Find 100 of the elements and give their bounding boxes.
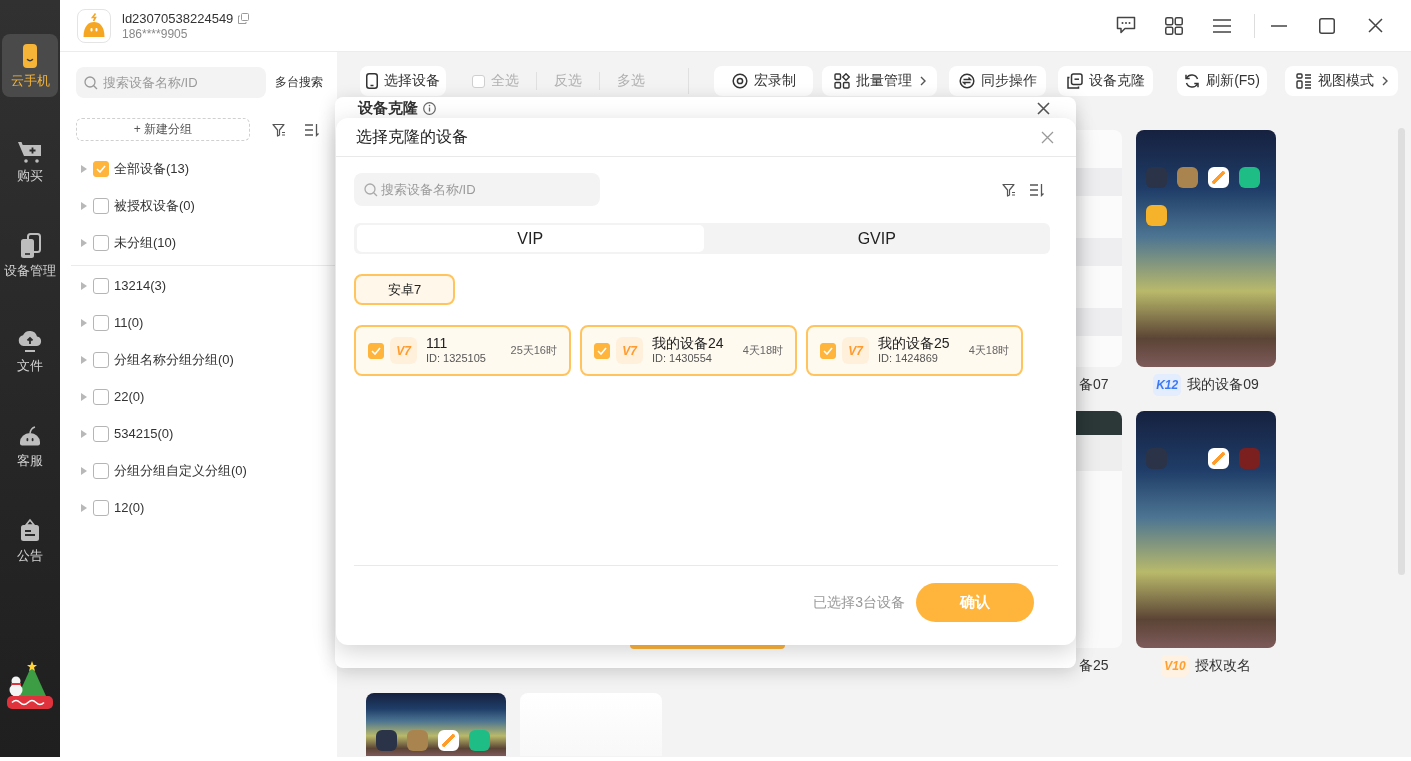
checkbox[interactable] — [93, 388, 109, 405]
nav-item[interactable]: 客服 — [2, 414, 58, 477]
version-tag: V7 — [390, 337, 417, 364]
info-icon[interactable] — [423, 101, 436, 115]
chevron-right-icon — [1381, 76, 1388, 86]
new-group-button[interactable]: + 新建分组 — [76, 118, 250, 141]
maximize-icon[interactable] — [1319, 17, 1335, 34]
caret-icon[interactable] — [81, 392, 87, 401]
nav-item[interactable]: 设备管理 — [2, 224, 58, 287]
device-name: 我的设备24 — [652, 334, 724, 353]
menu-icon[interactable] — [1213, 18, 1231, 33]
view-mode-button[interactable]: 视图模式 — [1285, 66, 1398, 96]
group-item[interactable]: 全部设备(13) — [76, 150, 337, 187]
checkbox[interactable] — [93, 425, 109, 442]
device-name: 授权改名 — [1194, 657, 1251, 675]
clone-button[interactable]: 设备克隆 — [1058, 66, 1153, 96]
group-item[interactable]: 分组分组自定义分组(0) — [76, 452, 337, 489]
caret-icon[interactable] — [81, 318, 87, 327]
app-icon — [1239, 167, 1260, 188]
select-device-button[interactable]: 选择设备 — [360, 66, 446, 96]
record-button[interactable]: 宏录制 — [714, 66, 813, 96]
batch-button[interactable]: 批量管理 — [822, 66, 937, 96]
group-item[interactable]: 22(0) — [76, 378, 337, 415]
checkbox[interactable] — [93, 197, 109, 214]
tab[interactable]: VIP — [357, 225, 704, 252]
group-item[interactable]: 被授权设备(0) — [76, 187, 337, 224]
app-icon — [1239, 448, 1260, 469]
sync-button[interactable]: 同步操作 — [949, 66, 1046, 96]
christmas-tree-icon — [5, 660, 55, 712]
caret-icon[interactable] — [81, 238, 87, 247]
device-name: 我的设备25 — [878, 334, 950, 353]
phone-screen[interactable] — [1136, 411, 1276, 648]
refresh-button[interactable]: 刷新(F5) — [1177, 66, 1267, 96]
group-item[interactable]: 未分组(10) — [76, 224, 337, 261]
sort-icon[interactable] — [305, 122, 319, 137]
nav-item[interactable]: 公告 — [2, 509, 58, 572]
filter-chip[interactable]: 安卓7 — [354, 274, 455, 305]
device-card[interactable]: V7 我的设备25 ID: 1424869 4天18时 — [806, 325, 1023, 376]
device-name: 我的设备09 — [1187, 376, 1259, 394]
close-icon[interactable] — [1367, 18, 1383, 33]
blocks-icon — [833, 73, 850, 89]
caret-icon[interactable] — [81, 355, 87, 364]
nav-item[interactable]: 云手机 — [2, 34, 58, 97]
remaining-time: 4天18时 — [742, 343, 783, 358]
tick-icon — [823, 346, 833, 355]
caret-icon[interactable] — [81, 503, 87, 512]
sync-icon — [958, 73, 975, 89]
caret-icon[interactable] — [81, 164, 87, 173]
phone-screen[interactable] — [1136, 130, 1276, 367]
sort-icon[interactable] — [1030, 182, 1044, 197]
checkbox[interactable] — [93, 499, 109, 516]
group-item[interactable]: 分组名称分组分组(0) — [76, 341, 337, 378]
checkbox[interactable] — [93, 160, 109, 177]
close-icon[interactable] — [1037, 101, 1050, 115]
app-icon — [469, 730, 490, 751]
search-field[interactable]: 搜索设备名称/ID — [354, 173, 600, 206]
logo-icon — [77, 8, 111, 43]
checkbox[interactable] — [93, 234, 109, 251]
nav-item[interactable]: 文件 — [2, 319, 58, 382]
caret-icon[interactable] — [81, 466, 87, 475]
group-item[interactable]: 11(0) — [76, 304, 337, 341]
app-icon — [1208, 448, 1229, 469]
grid-icon[interactable] — [1165, 16, 1183, 35]
app-icon — [1146, 448, 1167, 469]
caret-icon[interactable] — [81, 429, 87, 438]
checkbox[interactable] — [820, 342, 836, 359]
phone-number: 186****9905 — [122, 26, 189, 41]
device-card[interactable]: V7 111 ID: 1325105 25天16时 — [354, 325, 571, 376]
checkbox[interactable] — [93, 351, 109, 368]
phone-screen[interactable] — [366, 693, 506, 756]
group-item[interactable]: 12(0) — [76, 489, 337, 526]
checkbox[interactable] — [368, 342, 384, 359]
device-card[interactable]: V7 我的设备24 ID: 1430554 4天18时 — [580, 325, 797, 376]
device-id: ID: 1424869 — [878, 352, 939, 367]
remaining-time: 25天16时 — [510, 343, 557, 358]
group-item[interactable]: 13214(3) — [76, 267, 337, 304]
nav-item[interactable]: 购买 — [2, 129, 58, 192]
refresh-icon — [1184, 73, 1201, 89]
minimize-icon[interactable] — [1271, 24, 1287, 27]
checkbox[interactable] — [594, 342, 610, 359]
group-item[interactable]: 534215(0) — [76, 415, 337, 452]
phone-screen[interactable] — [1076, 411, 1122, 648]
caret-icon[interactable] — [81, 281, 87, 290]
tick-icon — [371, 346, 381, 355]
search-field[interactable]: 搜索设备名称/ID — [76, 67, 266, 98]
checkbox[interactable] — [93, 314, 109, 331]
checkbox[interactable] — [93, 462, 109, 479]
multi-search-button[interactable]: 多台搜索 — [275, 74, 323, 91]
chat-icon[interactable] — [1116, 16, 1136, 35]
device-id: ID: 1325105 — [426, 352, 486, 367]
tab[interactable]: GVIP — [703, 225, 1050, 252]
app-icon — [438, 730, 459, 751]
app-icon — [1146, 167, 1167, 188]
copy-icon[interactable] — [238, 12, 250, 24]
checkbox[interactable] — [93, 277, 109, 294]
version-tag: V7 — [842, 337, 869, 364]
filter-icon[interactable] — [272, 122, 286, 137]
caret-icon[interactable] — [81, 201, 87, 210]
filter-icon[interactable] — [1002, 182, 1016, 197]
phone-outline-icon — [366, 73, 378, 89]
